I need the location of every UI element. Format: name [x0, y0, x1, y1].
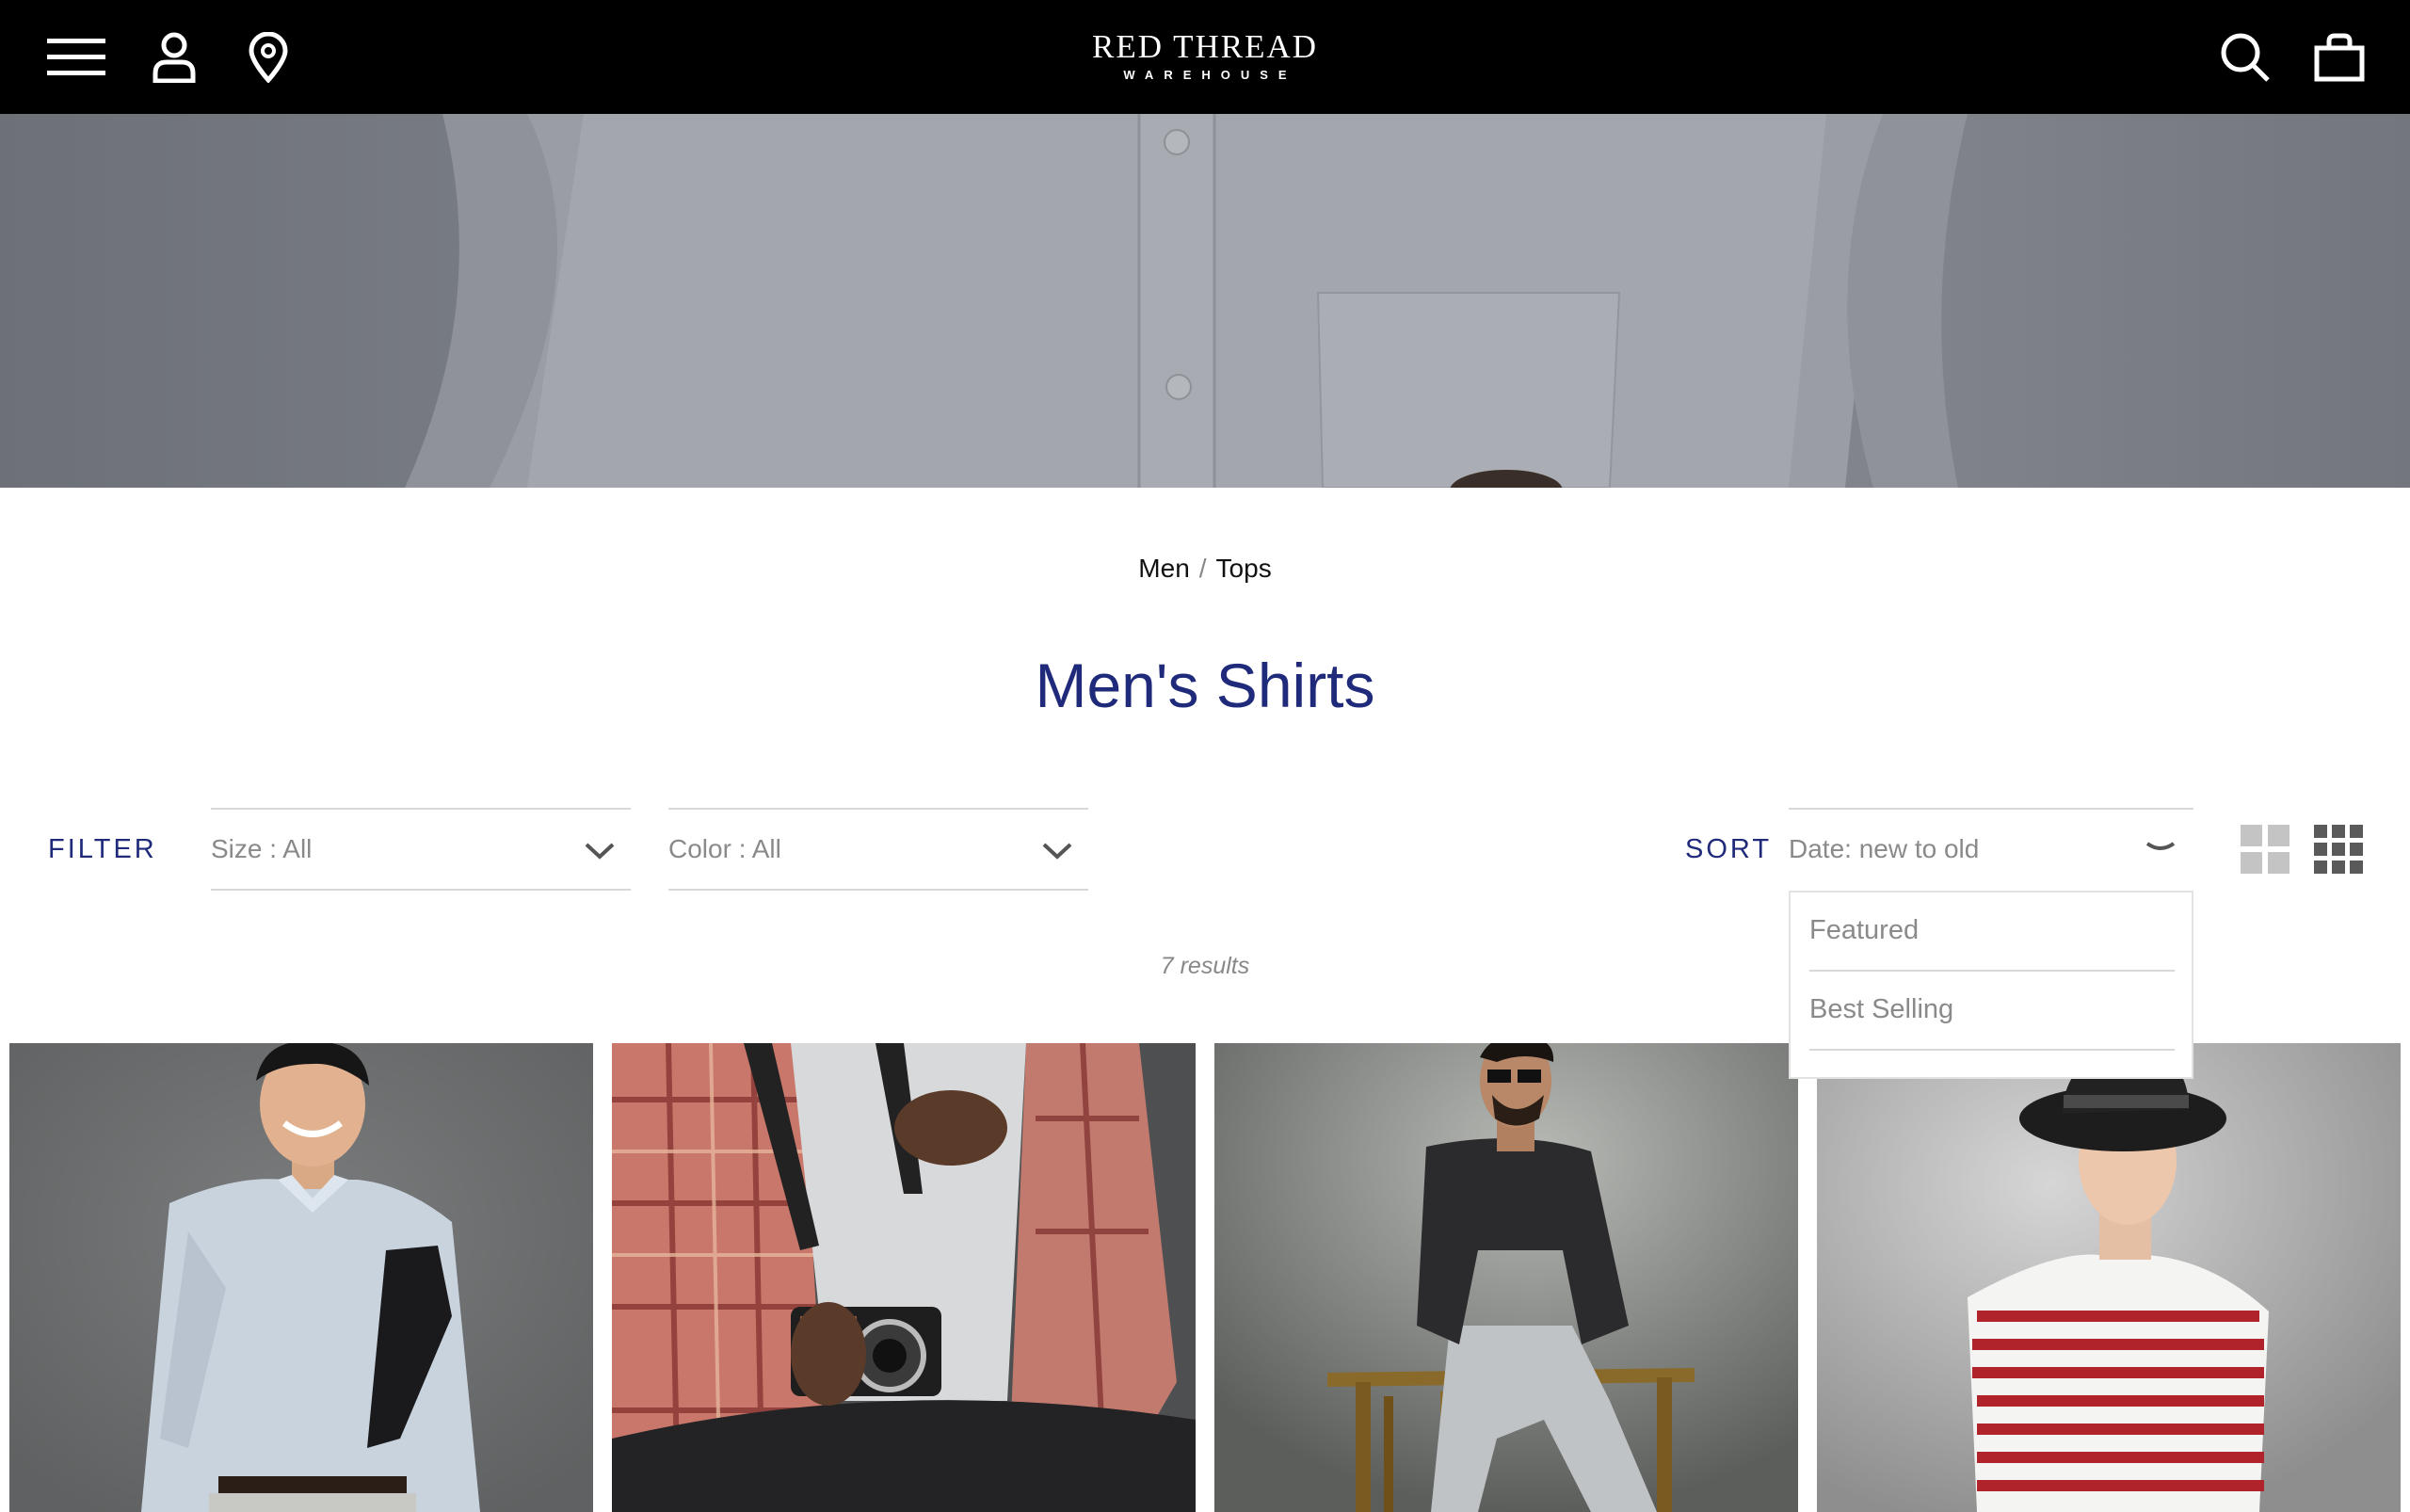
sort-option-featured[interactable]: Featured: [1809, 893, 2175, 972]
grid-view-2-button[interactable]: [2241, 825, 2290, 874]
grid-view-3-button[interactable]: [2314, 825, 2363, 874]
logo-sub-text: WAREHOUSE: [1123, 68, 1297, 82]
size-filter-select[interactable]: Size : All: [211, 808, 631, 891]
user-icon: [153, 32, 196, 83]
logo-main-text: RED THREAD: [1091, 28, 1319, 65]
color-filter-select[interactable]: Color : All: [668, 808, 1088, 891]
breadcrumb-men-link[interactable]: Men: [1138, 554, 1189, 583]
grid-3x3-icon: [2314, 825, 2363, 874]
chevron-down-icon: [1042, 843, 1072, 860]
sort-option-best-selling[interactable]: Best Selling: [1809, 972, 2175, 1051]
hero-banner: [0, 114, 2410, 488]
page-title: Men's Shirts: [1035, 651, 1375, 720]
menu-button[interactable]: [45, 26, 107, 88]
product-image: [1214, 1043, 1798, 1512]
search-button[interactable]: [2214, 26, 2276, 88]
color-filter-value: Color : All: [668, 834, 781, 863]
product-card[interactable]: [612, 1043, 1196, 1512]
breadcrumb-separator: /: [1198, 554, 1207, 583]
location-pin-icon: [249, 32, 288, 83]
product-image: [1817, 1043, 2401, 1512]
sort-select-value: Date: new to old: [1789, 834, 1980, 863]
chevron-down-icon: [2145, 842, 2176, 850]
product-card[interactable]: [9, 1043, 593, 1512]
product-image: [9, 1043, 593, 1512]
filter-label: FILTER: [48, 834, 157, 864]
site-logo[interactable]: RED THREAD WAREHOUSE: [1054, 28, 1356, 82]
cart-button[interactable]: [2308, 26, 2370, 88]
breadcrumb: Men / Tops: [0, 554, 2410, 584]
sort-label: SORT: [1685, 834, 1773, 864]
breadcrumb-tops-link[interactable]: Tops: [1216, 554, 1272, 583]
shopping-bag-icon: [2314, 33, 2365, 82]
site-header: RED THREAD WAREHOUSE: [0, 0, 2410, 114]
hero-image: [405, 114, 1968, 488]
grid-2x2-icon: [2241, 825, 2290, 874]
product-card[interactable]: [1817, 1043, 2401, 1512]
menu-icon: [47, 39, 105, 75]
size-filter-value: Size : All: [211, 834, 313, 863]
sort-select[interactable]: Date: new to old: [1789, 808, 2193, 891]
product-card[interactable]: [1214, 1043, 1798, 1512]
product-image: [612, 1043, 1196, 1512]
account-button[interactable]: [143, 26, 205, 88]
sort-dropdown-menu: Featured Best Selling: [1789, 891, 2193, 1079]
search-icon: [2221, 33, 2270, 82]
chevron-down-icon: [585, 843, 615, 860]
store-locator-button[interactable]: [237, 26, 299, 88]
